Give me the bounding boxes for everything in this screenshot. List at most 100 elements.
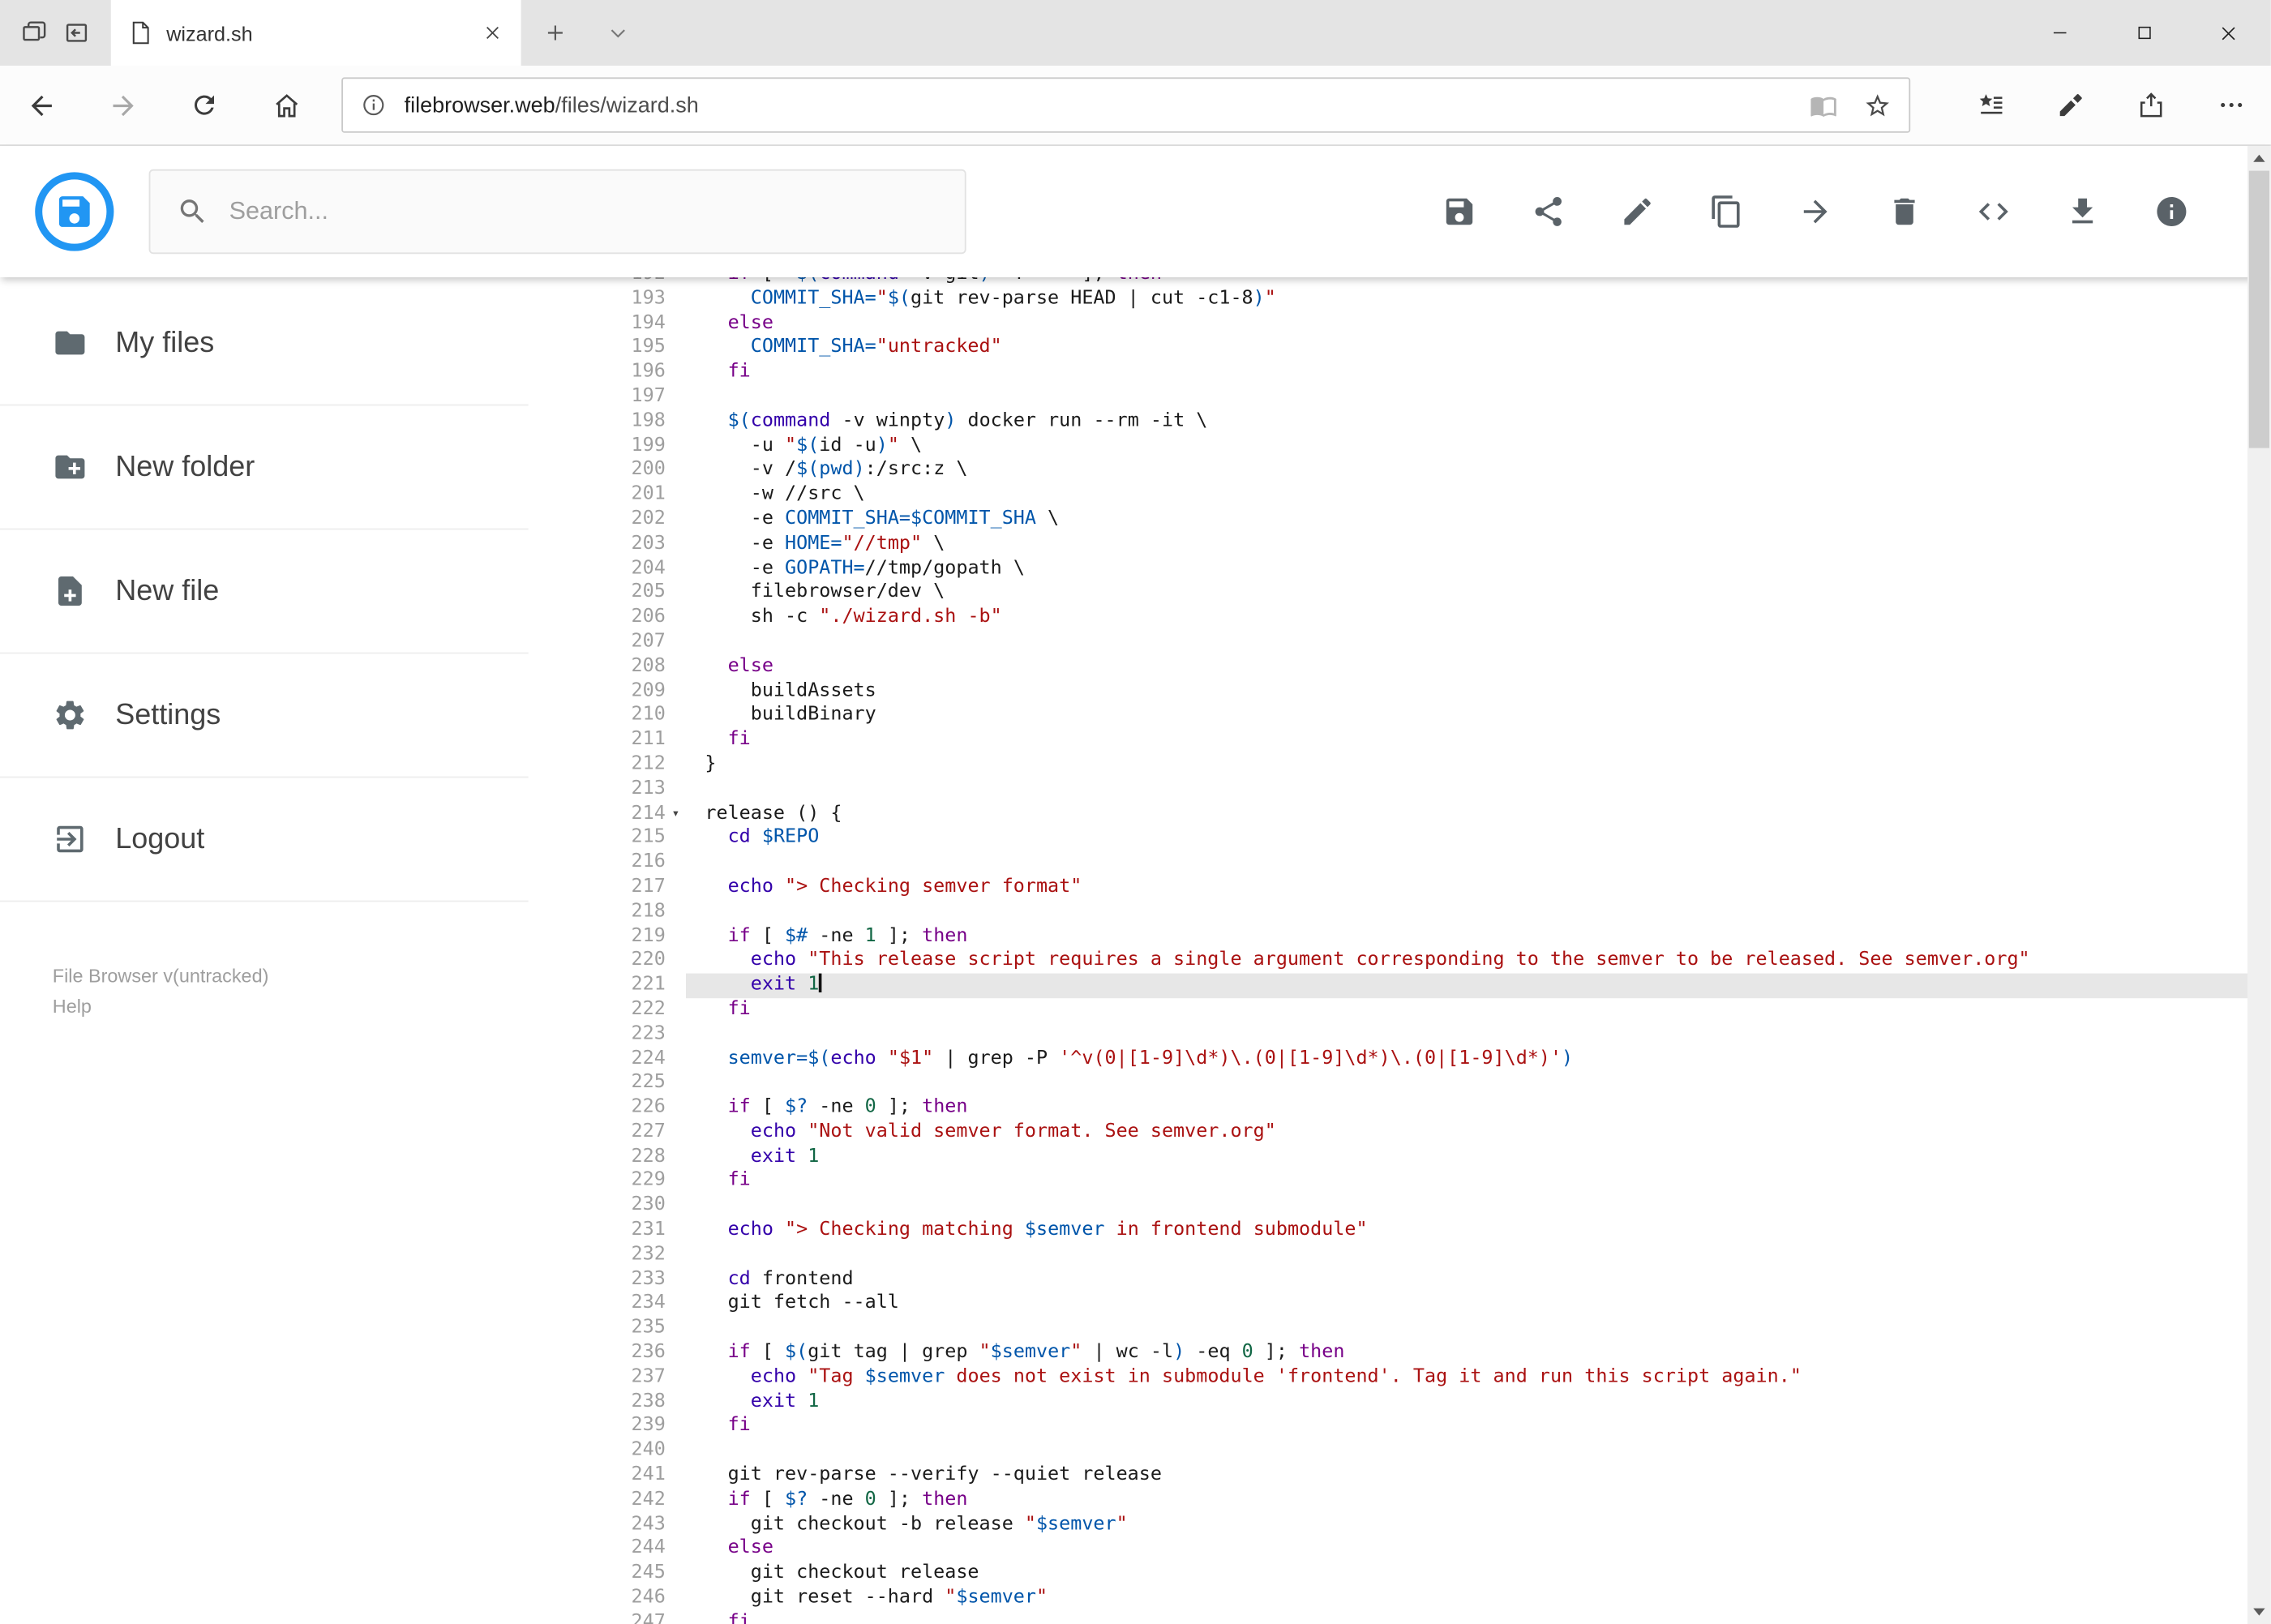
browser-tab[interactable]: wizard.sh	[110, 0, 521, 66]
code-line[interactable]	[686, 631, 2247, 655]
code-line[interactable]: git fetch --all	[686, 1292, 2247, 1317]
code-line[interactable]	[686, 1439, 2247, 1463]
move-button[interactable]	[1798, 194, 1833, 229]
code-line[interactable]: fi	[686, 361, 2247, 385]
forward-button[interactable]	[82, 66, 164, 144]
code-line[interactable]: fi	[686, 1611, 2247, 1624]
sidebar-item-new-file[interactable]: New file	[0, 529, 529, 654]
code-line[interactable]: echo "This release script requires a sin…	[686, 949, 2247, 974]
code-line[interactable]: git rev-parse --verify --quiet release	[686, 1463, 2247, 1488]
code-line[interactable]: if [ "$(command -v git)" != "" ]; then	[686, 277, 2247, 287]
code-line[interactable]: COMMIT_SHA="untracked"	[686, 336, 2247, 361]
code-line[interactable]: git checkout -b release "$semver"	[686, 1513, 2247, 1537]
code-line[interactable]: -e GOPATH=//tmp/gopath \	[686, 557, 2247, 581]
sidebar-item-settings[interactable]: Settings	[0, 653, 529, 778]
code-line[interactable]: filebrowser/dev \	[686, 581, 2247, 606]
code-line[interactable]: if [ $# -ne 1 ]; then	[686, 924, 2247, 949]
code-line[interactable]: release () {	[686, 802, 2247, 826]
code-line[interactable]: buildBinary	[686, 704, 2247, 728]
maximize-button[interactable]	[2102, 0, 2186, 66]
code-line[interactable]	[686, 1317, 2247, 1341]
download-button[interactable]	[2065, 194, 2100, 229]
more-menu-button[interactable]	[2191, 66, 2271, 144]
code-line[interactable]: fi	[686, 1415, 2247, 1439]
favorite-star-icon[interactable]	[1864, 92, 1892, 119]
code-line[interactable]: if [ $? -ne 0 ]; then	[686, 1489, 2247, 1513]
code-line[interactable]	[686, 1072, 2247, 1096]
reading-view-icon[interactable]	[1810, 92, 1837, 119]
fold-marker-icon[interactable]: ▾	[666, 802, 686, 826]
page-scrollbar[interactable]	[2247, 146, 2271, 1624]
new-tab-button[interactable]	[521, 0, 589, 66]
code-line[interactable]: else	[686, 1537, 2247, 1562]
home-button[interactable]	[245, 66, 327, 144]
sidebar-item-my-files[interactable]: My files	[0, 281, 529, 406]
search-input[interactable]	[229, 197, 939, 226]
scroll-up-arrow[interactable]	[2247, 146, 2271, 171]
code-line[interactable]: fi	[686, 728, 2247, 752]
help-link[interactable]: Help	[53, 991, 555, 1022]
code-line[interactable]: -e HOME="//tmp" \	[686, 533, 2247, 557]
hub-button[interactable]	[1950, 66, 2030, 144]
code-line[interactable]	[686, 900, 2247, 924]
code-line[interactable]: if [ $(git tag | grep "$semver" | wc -l)…	[686, 1341, 2247, 1365]
save-button[interactable]	[1442, 194, 1476, 229]
code-line[interactable]: git reset --hard "$semver"	[686, 1587, 2247, 1611]
sidebar-item-logout[interactable]: Logout	[0, 778, 529, 902]
site-info-icon[interactable]	[361, 92, 387, 118]
code-line[interactable]	[686, 1022, 2247, 1047]
copy-button[interactable]	[1709, 194, 1744, 229]
code-line[interactable]: fi	[686, 1170, 2247, 1194]
share-page-button[interactable]	[2110, 66, 2191, 144]
address-bar[interactable]: filebrowser.web/files/wizard.sh	[341, 77, 1911, 133]
code-line[interactable]: buildAssets	[686, 679, 2247, 704]
code-line[interactable]: -u "$(id -u)" \	[686, 435, 2247, 459]
code-line[interactable]: else	[686, 311, 2247, 336]
close-window-button[interactable]	[2186, 0, 2270, 66]
code-line[interactable]	[686, 1243, 2247, 1267]
code-line[interactable]: echo "Not valid semver format. See semve…	[686, 1121, 2247, 1145]
sidebar-item-new-folder[interactable]: New folder	[0, 405, 529, 530]
set-tabs-aside-icon[interactable]	[62, 19, 90, 46]
code-line[interactable]: }	[686, 753, 2247, 778]
code-line[interactable]: exit 1	[686, 1145, 2247, 1169]
code-line[interactable]	[686, 778, 2247, 802]
minimize-button[interactable]	[2017, 0, 2102, 66]
rename-button[interactable]	[1620, 194, 1655, 229]
back-button[interactable]	[0, 66, 82, 144]
code-line[interactable]: git checkout release	[686, 1562, 2247, 1586]
code-line[interactable]: cd frontend	[686, 1268, 2247, 1292]
info-button[interactable]	[2154, 194, 2189, 229]
search-box[interactable]	[148, 169, 966, 255]
code-editor[interactable]: 1921931941951961971981992002012022032042…	[555, 277, 2247, 1624]
code-line[interactable]	[686, 385, 2247, 409]
refresh-button[interactable]	[164, 66, 246, 144]
code-line[interactable]: fi	[686, 998, 2247, 1022]
code-line[interactable]	[686, 851, 2247, 876]
code-line[interactable]: echo "Tag $semver does not exist in subm…	[686, 1366, 2247, 1390]
code-line[interactable]: exit 1	[686, 973, 2247, 999]
code-line[interactable]: -w //src \	[686, 483, 2247, 508]
code-line[interactable]	[686, 1194, 2247, 1219]
code-line[interactable]: semver=$(echo "$1" | grep -P '^v(0|[1-9]…	[686, 1048, 2247, 1072]
code-view-button[interactable]	[1976, 194, 2011, 229]
scrollbar-thumb[interactable]	[2248, 170, 2269, 448]
code-line[interactable]: else	[686, 655, 2247, 679]
code-line[interactable]: if [ $? -ne 0 ]; then	[686, 1096, 2247, 1121]
code-line[interactable]: $(command -v winpty) docker run --rm -it…	[686, 409, 2247, 434]
filebrowser-logo[interactable]	[35, 172, 114, 251]
code-line[interactable]: cd $REPO	[686, 826, 2247, 851]
code-line[interactable]: COMMIT_SHA="$(git rev-parse HEAD | cut -…	[686, 287, 2247, 311]
ink-notes-button[interactable]	[2030, 66, 2110, 144]
tab-close-icon[interactable]	[483, 24, 502, 42]
scroll-down-arrow[interactable]	[2247, 1600, 2271, 1624]
tab-list-dropdown[interactable]	[588, 0, 646, 66]
code-line[interactable]: sh -c "./wizard.sh -b"	[686, 606, 2247, 630]
code-line[interactable]: echo "> Checking matching $semver in fro…	[686, 1219, 2247, 1243]
code-line[interactable]: echo "> Checking semver format"	[686, 876, 2247, 900]
tab-preview-icon[interactable]	[20, 19, 48, 46]
code-line[interactable]: exit 1	[686, 1390, 2247, 1415]
code-line[interactable]: -e COMMIT_SHA=$COMMIT_SHA \	[686, 508, 2247, 532]
code-line[interactable]: -v /$(pwd):/src:z \	[686, 459, 2247, 483]
delete-button[interactable]	[1887, 194, 1922, 229]
